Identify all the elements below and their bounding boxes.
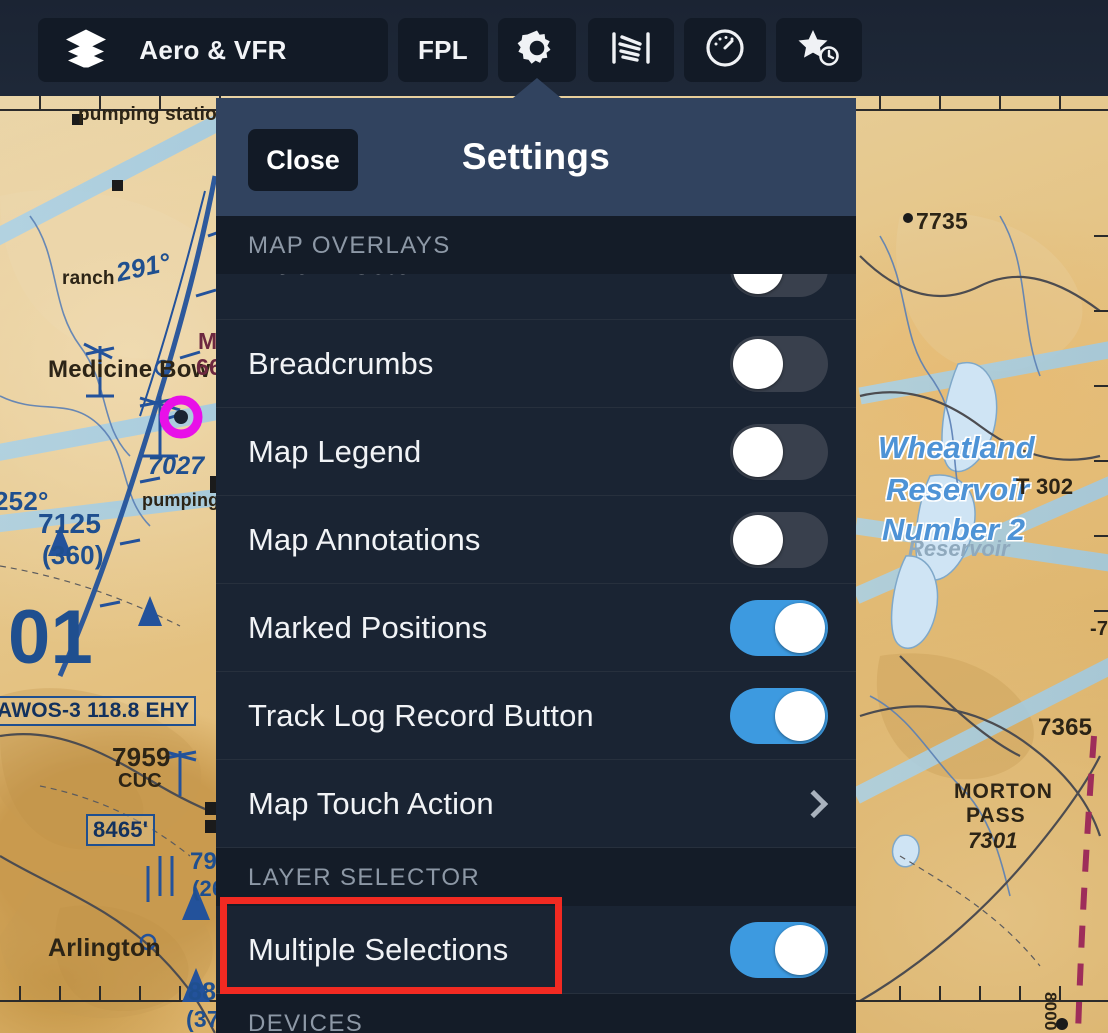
toggle-knob — [775, 690, 825, 741]
close-button[interactable]: Close — [248, 129, 358, 191]
approach-plate-icon — [609, 28, 653, 73]
map-water-label: Reservoir — [908, 536, 1010, 561]
map-label: pumping station — [78, 104, 229, 125]
toggle-knob — [775, 602, 825, 653]
row-map-annotations[interactable]: Map Annotations — [216, 496, 856, 584]
map-label: 01 — [8, 595, 93, 680]
row-label: Multiple Selections — [248, 931, 509, 967]
track-vector-toggle[interactable] — [730, 274, 828, 297]
map-legend-toggle[interactable] — [730, 423, 828, 480]
map-label: MORTON — [954, 780, 1053, 803]
map-label: AWOS-3 118.8 EHY — [0, 696, 197, 726]
app-root: pumping station ranch 291° Medicine Bow … — [0, 0, 1108, 1033]
row-label: Map Legend — [248, 433, 422, 469]
layers-stack-icon — [64, 28, 108, 73]
map-label: 7735 — [916, 208, 968, 234]
settings-button[interactable] — [498, 18, 576, 82]
layer-selector-label: Aero & VFR — [139, 34, 287, 65]
recents-favorites-button[interactable] — [776, 18, 862, 82]
row-breadcrumbs[interactable]: Breadcrumbs — [216, 320, 856, 408]
map-label: 7959 — [112, 742, 171, 772]
map-label: ranch — [62, 268, 115, 289]
map-water-label: Wheatland — [878, 430, 1035, 465]
flight-plan-label: FPL — [417, 34, 468, 65]
row-label: Track Log Record Button — [248, 697, 594, 733]
toggle-knob — [733, 338, 783, 389]
toggle-knob — [733, 274, 783, 294]
map-annotations-toggle[interactable] — [730, 511, 828, 568]
gear-icon — [517, 28, 557, 73]
flight-plan-button[interactable]: FPL — [398, 18, 488, 82]
map-label: (360) — [42, 540, 104, 570]
map-label: 7125 — [38, 508, 102, 539]
row-map-legend[interactable]: Map Legend — [216, 408, 856, 496]
map-label: 8000 — [1041, 992, 1060, 1031]
map-label: 8465' — [86, 814, 156, 846]
row-marked-positions[interactable]: Marked Positions — [216, 584, 856, 672]
layer-selector-button[interactable]: Aero & VFR — [38, 18, 388, 82]
marked-positions-toggle[interactable] — [730, 599, 828, 656]
map-label: CUC — [118, 770, 162, 792]
instruments-button[interactable] — [684, 18, 766, 82]
multiple-selections-toggle[interactable] — [730, 921, 828, 978]
map-label: 9746 — [98, 1028, 159, 1033]
track-log-record-toggle[interactable] — [730, 687, 828, 744]
star-clock-icon — [796, 27, 842, 74]
map-label: 7365 — [1038, 714, 1093, 741]
settings-header: Close Settings — [216, 98, 856, 216]
map-water-label: Reservoir — [886, 472, 1030, 507]
map-label: 7301 — [968, 828, 1018, 853]
speedometer-icon — [704, 27, 746, 74]
row-label: Breadcrumbs — [248, 345, 434, 381]
row-track-vector[interactable]: Track Vector — [216, 274, 856, 320]
breadcrumbs-toggle[interactable] — [730, 335, 828, 392]
toggle-knob — [733, 514, 783, 565]
row-multiple-selections[interactable]: Multiple Selections — [216, 906, 856, 994]
map-label: -75 — [1090, 618, 1108, 640]
approach-plates-button[interactable] — [588, 18, 674, 82]
row-label: Track Vector — [248, 274, 422, 282]
map-label: T 302 — [1016, 474, 1074, 499]
toggle-knob — [775, 924, 825, 975]
map-label: Medicine Bow — [48, 356, 211, 383]
map-label: 7027 — [148, 452, 205, 480]
row-track-log-record-button[interactable]: Track Log Record Button — [216, 672, 856, 760]
chevron-right-icon — [799, 789, 829, 818]
map-overlays-rows: Track Vector Breadcrumbs Map Legend Map … — [216, 274, 856, 848]
row-map-touch-action[interactable]: Map Touch Action — [216, 760, 856, 848]
section-header-map-overlays: MAP OVERLAYS — [216, 216, 856, 274]
map-label: PASS — [966, 804, 1026, 827]
row-label: Map Annotations — [248, 521, 481, 557]
section-header-devices: DEVICES — [216, 994, 856, 1033]
toggle-knob — [733, 426, 783, 477]
popover-caret — [513, 78, 561, 98]
map-label: Arlington — [48, 934, 161, 962]
row-label: Marked Positions — [248, 609, 488, 645]
row-label: Map Touch Action — [248, 785, 494, 821]
settings-popover: Close Settings MAP OVERLAYS Track Vector… — [216, 98, 856, 1033]
layer-selector-rows: Multiple Selections — [216, 906, 856, 994]
section-header-layer-selector: LAYER SELECTOR — [216, 848, 856, 906]
